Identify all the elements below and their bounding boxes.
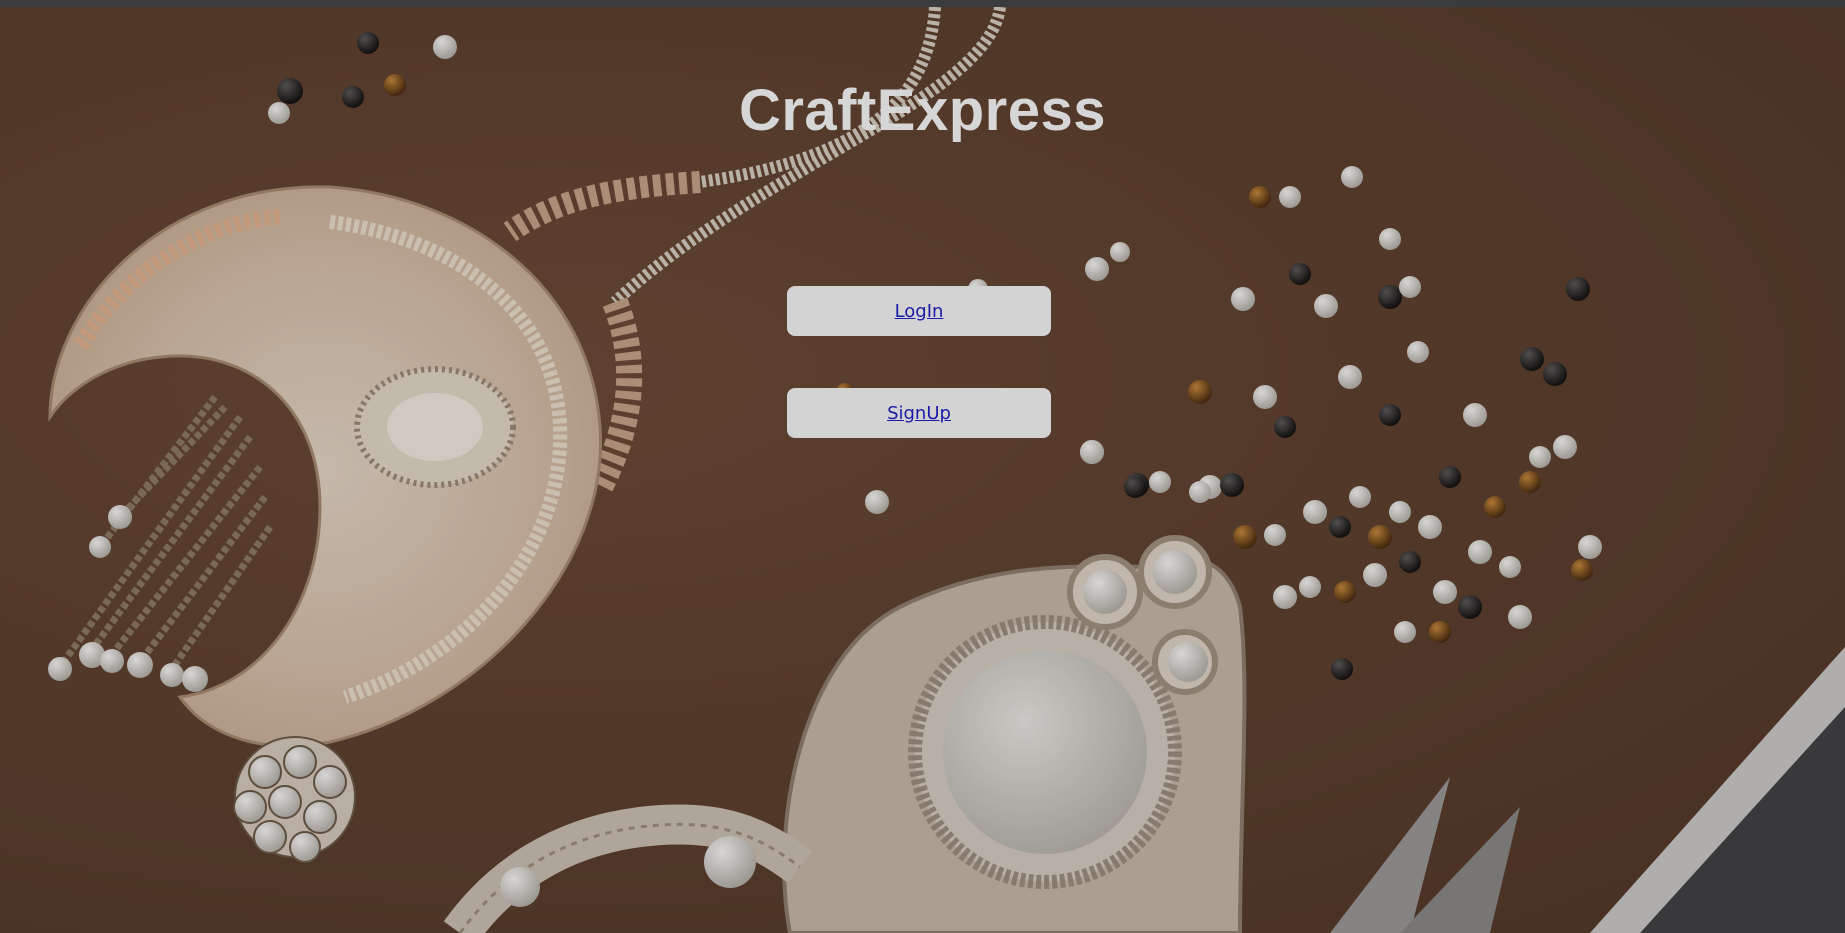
app-title: CraftExpress [738,78,1107,143]
login-link[interactable]: LogIn [895,301,944,322]
login-button[interactable]: LogIn [787,286,1051,336]
beaded-jewelry-background [48,7,1845,933]
signup-button[interactable]: SignUp [787,388,1051,438]
signup-link[interactable]: SignUp [887,403,951,424]
background-scene: CraftExpress LogIn SignUp [0,7,1845,933]
window-top-bar [0,0,1845,7]
